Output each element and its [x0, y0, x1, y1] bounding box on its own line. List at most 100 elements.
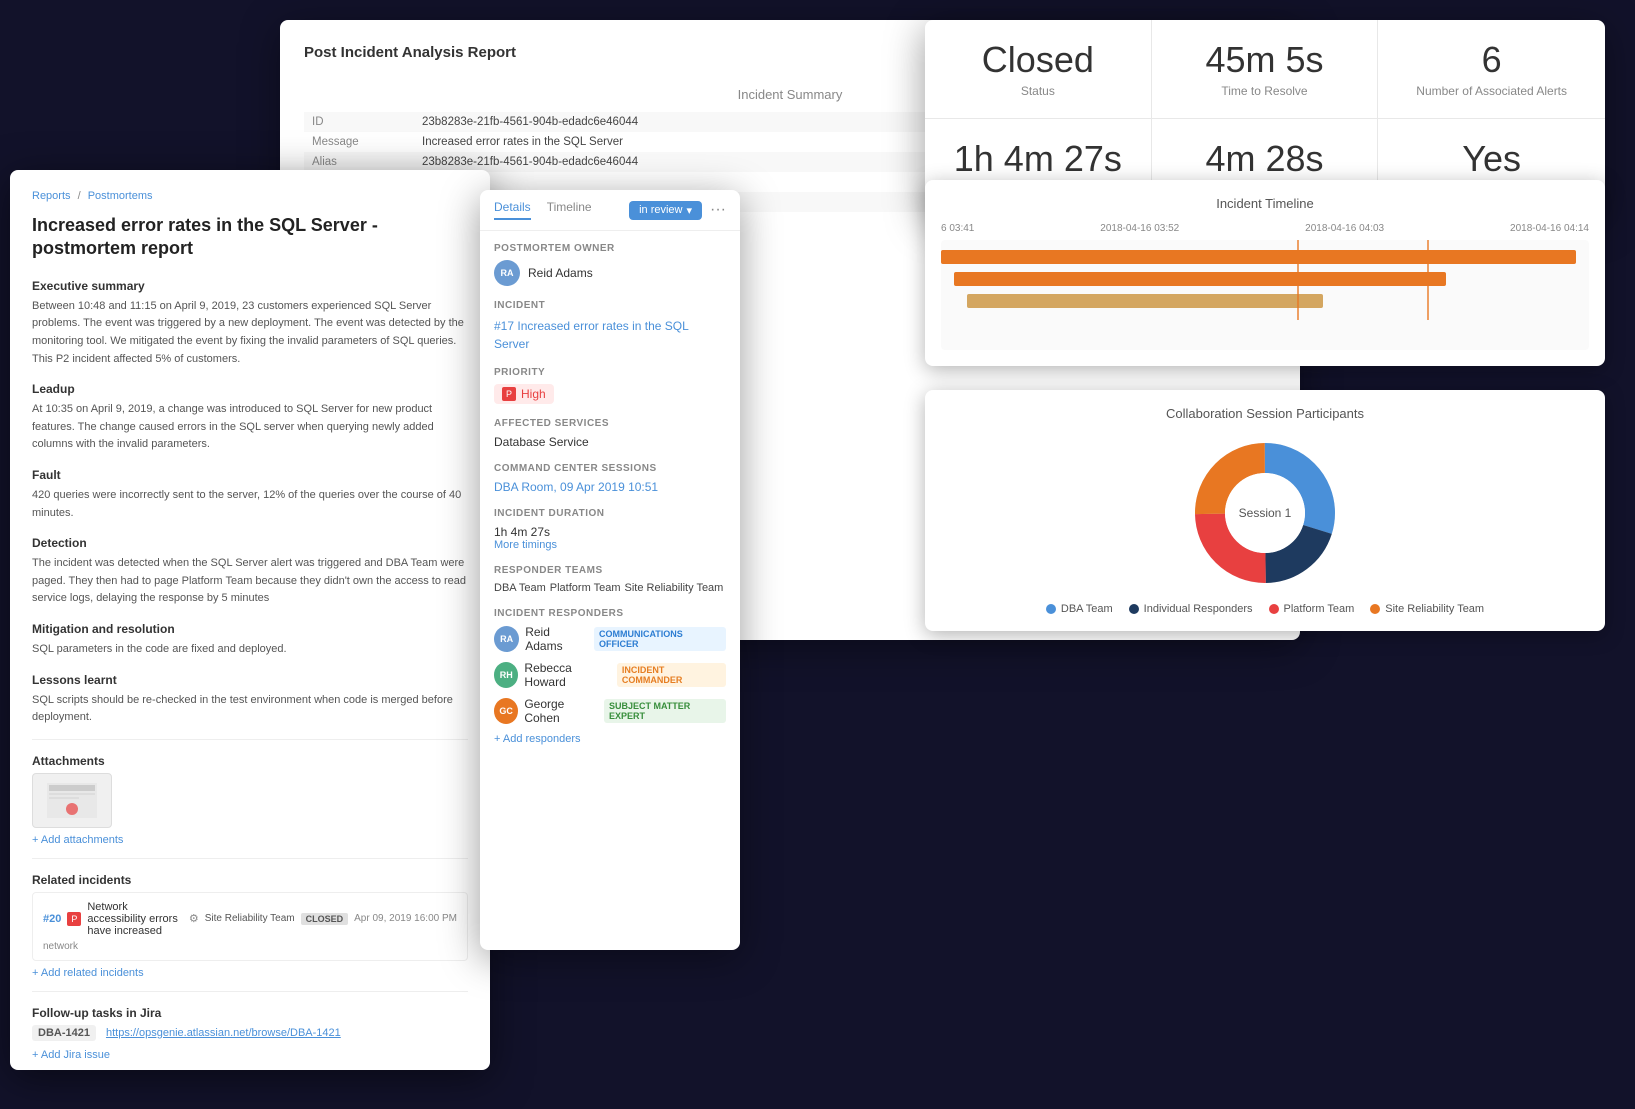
postmortem-section: Mitigation and resolution SQL parameters…: [32, 622, 468, 659]
timeline-title: Incident Timeline: [941, 196, 1589, 211]
responder-row: RH Rebecca Howard INCIDENT COMMANDER: [494, 661, 726, 689]
status-badge: CLOSED: [301, 913, 349, 925]
owner-avatar: RA: [494, 260, 520, 286]
affected-services-label: AFFECTED SERVICES: [494, 418, 726, 429]
axis-label: 2018-04-16 03:52: [1100, 223, 1179, 234]
stat-cell: ClosedStatus: [925, 20, 1152, 119]
postmortem-sections: Executive summary Between 10:48 and 11:1…: [32, 279, 468, 727]
stat-value: 4m 28s: [1176, 139, 1354, 179]
priority-label: PRIORITY: [494, 367, 726, 378]
ri-name: Network accessibility errors have increa…: [87, 901, 183, 937]
responder-teams-label: RESPONDER TEAMS: [494, 565, 726, 576]
panel-tabs: Details Timeline: [494, 200, 592, 220]
command-center-section: COMMAND CENTER SESSIONS DBA Room, 09 Apr…: [494, 463, 726, 494]
breadcrumb-reports[interactable]: Reports: [32, 190, 71, 202]
responders-label: INCIDENT RESPONDERS: [494, 608, 726, 619]
command-center-link[interactable]: DBA Room, 09 Apr 2019 10:51: [494, 480, 726, 494]
responders-list: RA Reid Adams COMMUNICATIONS OFFICER RH …: [494, 625, 726, 725]
stat-value: 6: [1402, 40, 1581, 80]
section-body: Between 10:48 and 11:15 on April 9, 2019…: [32, 298, 468, 368]
timeline-section: Incident Timeline 6 03:41 2018-04-16 03:5…: [925, 180, 1605, 366]
legend-dot: [1129, 604, 1139, 614]
stat-value: Yes: [1402, 139, 1581, 179]
affected-service: Database Service: [494, 435, 726, 449]
incident-section: INCIDENT #17 Increased error rates in th…: [494, 300, 726, 353]
donut-chart: Session 1: [1185, 433, 1345, 593]
incident-duration-section: INCIDENT DURATION 1h 4m 27s More timings: [494, 508, 726, 551]
more-timings-link[interactable]: More timings: [494, 539, 726, 551]
jira-section: Follow-up tasks in Jira DBA-1421 https:/…: [32, 1006, 468, 1061]
owner-row: RA Reid Adams: [494, 260, 726, 286]
legend-label: Individual Responders: [1144, 603, 1253, 615]
ri-number[interactable]: #20: [43, 913, 61, 925]
status-badge-review[interactable]: in review ▾: [629, 201, 702, 220]
section-body: SQL scripts should be re-checked in the …: [32, 692, 468, 727]
priority-icon: P: [502, 387, 516, 401]
panel-header: Details Timeline in review ▾ ···: [480, 190, 740, 231]
affected-services-section: AFFECTED SERVICES Database Service: [494, 418, 726, 449]
ri-team: Site Reliability Team: [205, 913, 295, 924]
legend-dot: [1269, 604, 1279, 614]
incident-ref[interactable]: #17 Increased error rates in the SQL Ser…: [494, 317, 726, 353]
responder-avatar: RH: [494, 662, 518, 688]
jira-tasks-list: DBA-1421 https://opsgenie.atlassian.net/…: [32, 1025, 468, 1041]
add-responders-button[interactable]: + Add responders: [494, 733, 726, 745]
donut-label: Session 1: [1239, 506, 1292, 520]
postmortem-owner-section: POSTMORTEM OWNER RA Reid Adams: [494, 243, 726, 286]
details-panel: Details Timeline in review ▾ ··· POSTMORT…: [480, 190, 740, 950]
legend-item: Platform Team: [1269, 603, 1355, 615]
incident-label: INCIDENT: [494, 300, 726, 311]
legend-item: Site Reliability Team: [1370, 603, 1484, 615]
more-options-button[interactable]: ···: [710, 201, 726, 219]
row-label: Message: [304, 132, 414, 152]
responder-avatar: GC: [494, 698, 518, 724]
ri-priority: P: [67, 912, 81, 926]
jira-link[interactable]: https://opsgenie.atlassian.net/browse/DB…: [106, 1027, 341, 1039]
section-heading: Lessons learnt: [32, 673, 468, 687]
add-related-button[interactable]: + Add related incidents: [32, 967, 468, 979]
section-heading: Detection: [32, 536, 468, 550]
collaboration-section: Collaboration Session Participants Sessi…: [925, 390, 1605, 631]
add-attachments-button[interactable]: + Add attachments: [32, 834, 468, 846]
section-body: 420 queries were incorrectly sent to the…: [32, 487, 468, 522]
jira-heading: Follow-up tasks in Jira: [32, 1006, 468, 1020]
duration-label: INCIDENT DURATION: [494, 508, 726, 519]
legend-item: DBA Team: [1046, 603, 1113, 615]
responder-name: Reid Adams: [525, 625, 588, 653]
incident-responders-section: INCIDENT RESPONDERS RA Reid Adams COMMUN…: [494, 608, 726, 745]
responder-badge: SUBJECT MATTER EXPERT: [604, 699, 726, 723]
breadcrumb-postmortems[interactable]: Postmortems: [88, 190, 153, 202]
section-heading: Leadup: [32, 382, 468, 396]
ri-date: Apr 09, 2019 16:00 PM: [354, 913, 457, 924]
timeline-visualization: [941, 240, 1589, 350]
responder-teams-section: RESPONDER TEAMS DBA Team Platform Team S…: [494, 565, 726, 594]
responder-teams-list: DBA Team Platform Team Site Reliability …: [494, 582, 726, 594]
section-body: At 10:35 on April 9, 2019, a change was …: [32, 401, 468, 454]
team-tag: Platform Team: [550, 582, 621, 594]
owner-name: Reid Adams: [528, 266, 593, 280]
breadcrumb: Reports / Postmortems: [32, 190, 468, 202]
owner-label: POSTMORTEM OWNER: [494, 243, 726, 254]
ri-tag: network: [43, 941, 457, 952]
stat-cell: 6 Number of Associated Alerts: [1378, 20, 1605, 119]
attachments-heading: Attachments: [32, 754, 468, 768]
postmortem-title: Increased error rates in the SQL Server …: [32, 214, 468, 261]
stat-label: Status: [949, 84, 1127, 98]
legend-label: Platform Team: [1284, 603, 1355, 615]
command-center-label: COMMAND CENTER SESSIONS: [494, 463, 726, 474]
row-label: Alias: [304, 152, 414, 172]
responder-badge: COMMUNICATIONS OFFICER: [594, 627, 726, 651]
add-jira-button[interactable]: + Add Jira issue: [32, 1049, 468, 1061]
team-tag: DBA Team: [494, 582, 546, 594]
tab-timeline[interactable]: Timeline: [547, 200, 592, 220]
responder-name: George Cohen: [524, 697, 598, 725]
tab-details[interactable]: Details: [494, 200, 531, 220]
stat-label: Time to Resolve: [1176, 84, 1354, 98]
axis-label: 6 03:41: [941, 223, 974, 234]
postmortem-section: Lessons learnt SQL scripts should be re-…: [32, 673, 468, 727]
responder-avatar: RA: [494, 626, 519, 652]
stat-label: Number of Associated Alerts: [1402, 84, 1581, 98]
postmortem-card: Reports / Postmortems Increased error ra…: [10, 170, 490, 1070]
stat-value: 45m 5s: [1176, 40, 1354, 80]
postmortem-section: Leadup At 10:35 on April 9, 2019, a chan…: [32, 382, 468, 454]
